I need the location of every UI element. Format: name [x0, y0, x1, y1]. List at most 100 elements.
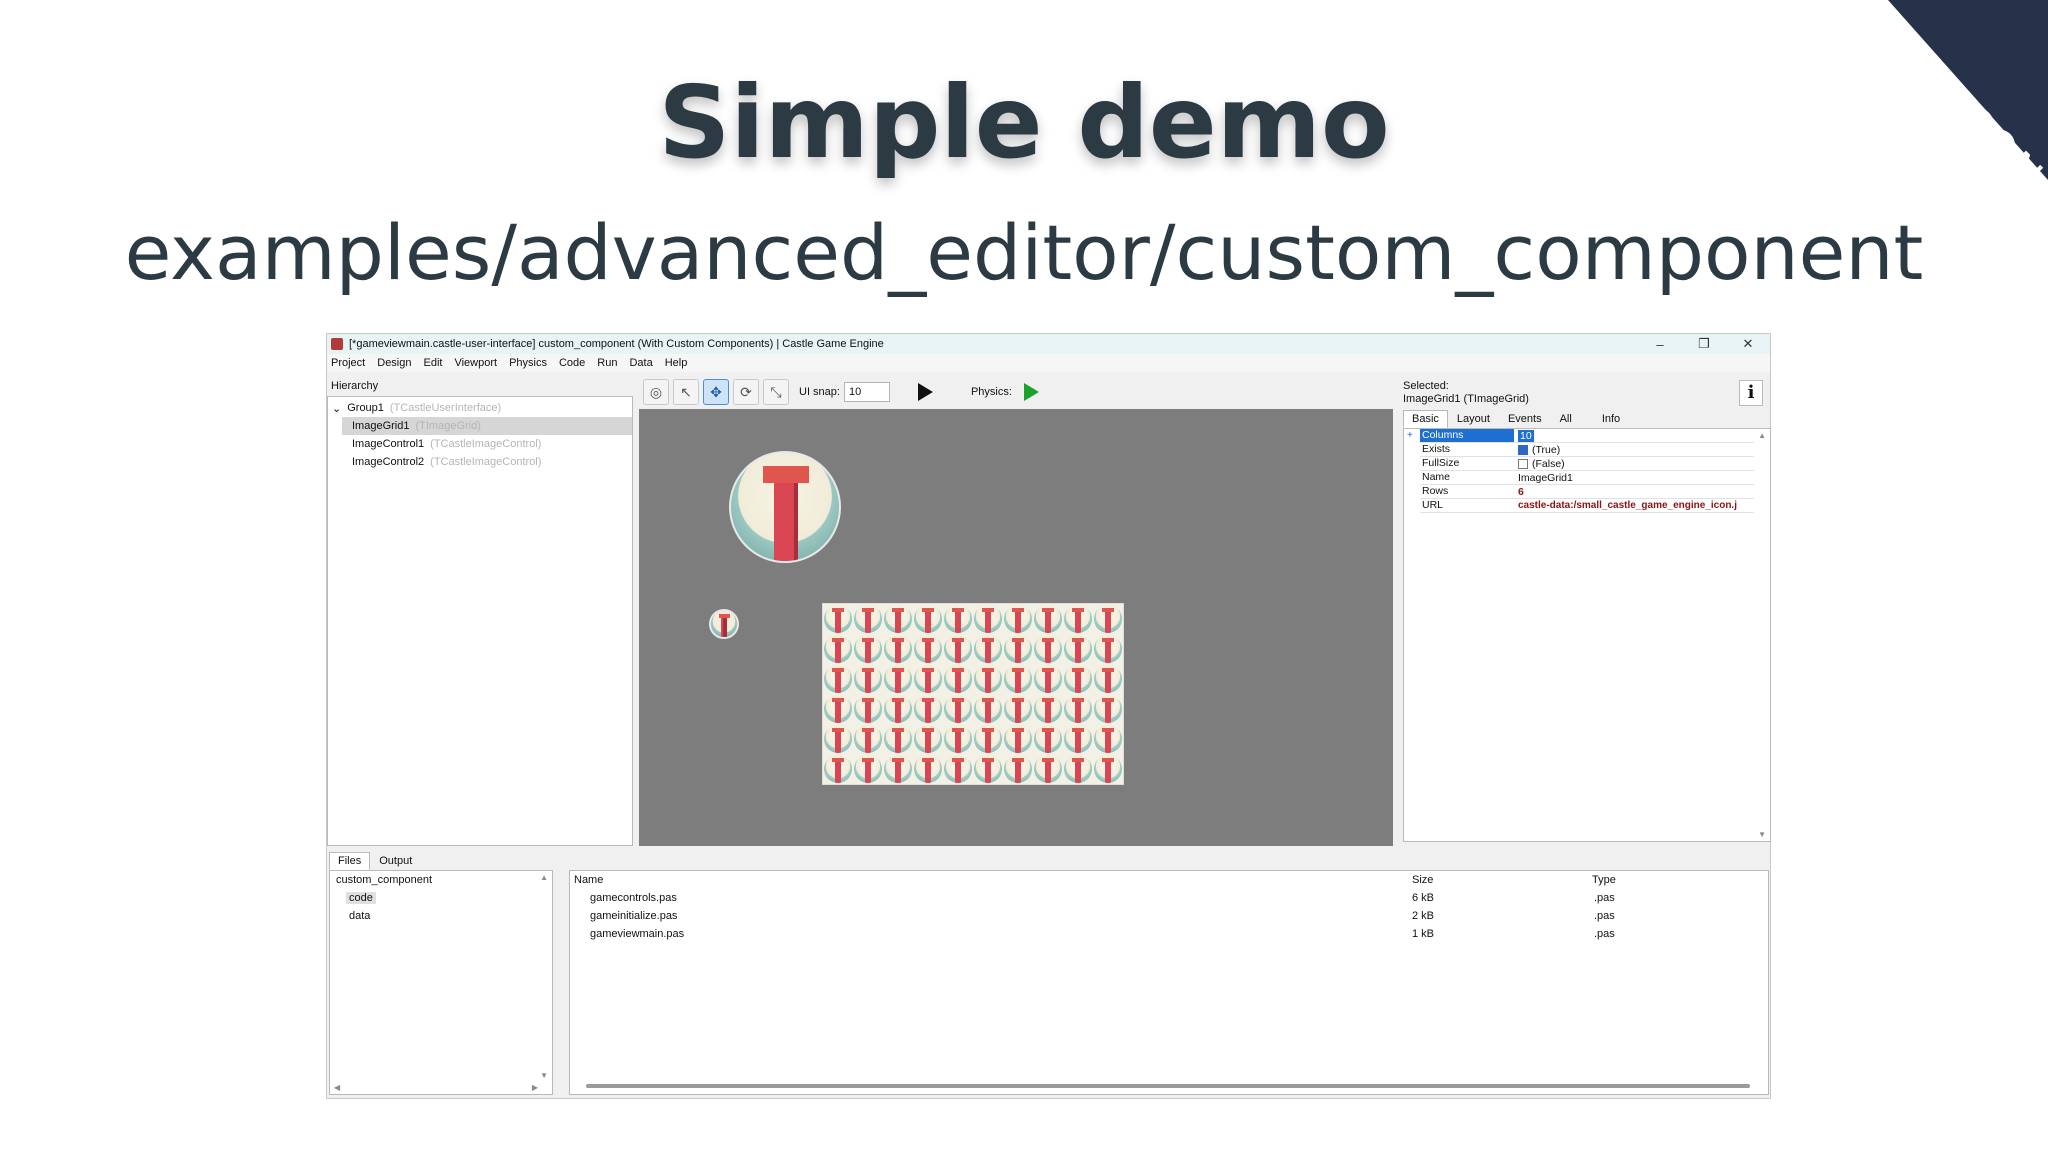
editor-window: [*gameviewmain.castle-user-interface] cu… — [326, 333, 1771, 1099]
grid-image-cell — [1064, 605, 1092, 633]
grid-image-cell — [854, 665, 882, 693]
tree-item-imagecontrol1[interactable]: ImageControl1 (TCastleImageControl) — [352, 435, 541, 453]
column-type[interactable]: Type — [1592, 874, 1616, 886]
castle-app-icon — [331, 338, 343, 350]
tab-files[interactable]: Files — [329, 852, 371, 870]
menu-bar: Project Design Edit Viewport Physics Cod… — [327, 354, 1770, 372]
interact-mode-icon[interactable]: ◎ — [643, 379, 669, 405]
grid-image-cell — [974, 605, 1002, 633]
file-row[interactable]: gamecontrols.pas 6 kB .pas — [570, 889, 1768, 907]
tree-folder-code[interactable]: code — [330, 889, 552, 907]
tree-scroll-right-icon[interactable]: ▶ — [532, 1083, 538, 1092]
grid-image-cell — [944, 605, 972, 633]
prop-url[interactable]: URL castle-data:/small_castle_game_engin… — [1420, 499, 1754, 513]
image-grid[interactable] — [822, 603, 1124, 785]
grid-image-cell — [854, 605, 882, 633]
tab-all[interactable]: All — [1551, 410, 1581, 428]
exists-checkbox[interactable] — [1518, 444, 1528, 455]
menu-design[interactable]: Design — [377, 357, 411, 369]
file-row[interactable]: gameviewmain.pas 1 kB .pas — [570, 925, 1768, 943]
menu-code[interactable]: Code — [559, 357, 585, 369]
prop-name[interactable]: Name ImageGrid1 — [1420, 471, 1754, 485]
prop-exists[interactable]: Exists (True) — [1420, 443, 1754, 457]
menu-run[interactable]: Run — [597, 357, 617, 369]
grid-image-cell — [1094, 635, 1122, 663]
image-control-2[interactable] — [709, 609, 739, 639]
grid-image-cell — [1004, 725, 1032, 753]
horizontal-scrollbar[interactable] — [586, 1084, 1750, 1088]
tree-scroll-down-icon[interactable]: ▼ — [540, 1071, 548, 1080]
tree-item-group1[interactable]: ⌄ Group1 (TCastleUserInterface) — [332, 399, 501, 417]
grid-image-cell — [1004, 665, 1032, 693]
tree-folder-data[interactable]: data — [330, 907, 552, 925]
grid-image-cell — [974, 635, 1002, 663]
scale-mode-icon[interactable]: ⤡ — [763, 379, 789, 405]
menu-edit[interactable]: Edit — [424, 357, 443, 369]
prop-rows[interactable]: Rows 6 — [1420, 485, 1754, 499]
ui-snap-input[interactable]: 10 — [843, 382, 890, 402]
expand-icon[interactable]: + — [1407, 430, 1413, 441]
scroll-down-icon[interactable]: ▼ — [1758, 830, 1766, 839]
grid-image-cell — [824, 635, 852, 663]
prop-fullsize[interactable]: FullSize (False) — [1420, 457, 1754, 471]
menu-help[interactable]: Help — [665, 357, 688, 369]
tab-output[interactable]: Output — [370, 852, 421, 870]
grid-image-cell — [1094, 755, 1122, 783]
menu-project[interactable]: Project — [331, 357, 365, 369]
scroll-up-icon[interactable]: ▲ — [1758, 431, 1766, 440]
select-mode-icon[interactable]: ↖ — [673, 379, 699, 405]
hierarchy-label: Hierarchy — [331, 380, 379, 392]
tree-scroll-left-icon[interactable]: ◀ — [334, 1083, 340, 1092]
menu-data[interactable]: Data — [629, 357, 652, 369]
tree-item-imagecontrol2[interactable]: ImageControl2 (TCastleImageControl) — [352, 453, 541, 471]
prop-columns[interactable]: Columns 10 — [1420, 429, 1754, 443]
file-row[interactable]: gameinitialize.pas 2 kB .pas — [570, 907, 1768, 925]
grid-image-cell — [1064, 695, 1092, 723]
fullsize-checkbox[interactable] — [1518, 458, 1528, 469]
tab-layout[interactable]: Layout — [1448, 410, 1499, 428]
files-tree: custom_component code data ▲ ▼ ◀ ▶ — [329, 870, 553, 1095]
grid-image-cell — [884, 695, 912, 723]
grid-image-cell — [824, 725, 852, 753]
menu-viewport[interactable]: Viewport — [454, 357, 497, 369]
hierarchy-tree: ⌄ Group1 (TCastleUserInterface) ImageGri… — [327, 396, 633, 846]
grid-image-cell — [1094, 665, 1122, 693]
grid-image-cell — [884, 725, 912, 753]
grid-image-cell — [914, 605, 942, 633]
tree-item-imagegrid1[interactable]: ImageGrid1 (TImageGrid) — [342, 417, 632, 435]
physics-label: Physics: — [970, 386, 1012, 398]
column-size[interactable]: Size — [1412, 874, 1433, 886]
grid-image-cell — [1004, 605, 1032, 633]
selected-value: ImageGrid1 (TImageGrid) — [1403, 393, 1529, 405]
tree-scroll-up-icon[interactable]: ▲ — [540, 873, 548, 882]
column-name[interactable]: Name — [574, 874, 603, 886]
tree-folder-root[interactable]: custom_component — [330, 871, 552, 889]
tab-info[interactable]: Info — [1593, 410, 1629, 428]
tab-events[interactable]: Events — [1499, 410, 1551, 428]
translate-mode-icon[interactable]: ✥ — [703, 379, 729, 405]
grid-image-cell — [824, 605, 852, 633]
menu-physics[interactable]: Physics — [509, 357, 547, 369]
grid-image-cell — [1064, 635, 1092, 663]
close-button[interactable]: ✕ — [1726, 336, 1770, 352]
grid-image-cell — [824, 665, 852, 693]
image-control-1[interactable] — [729, 451, 841, 563]
minimize-button[interactable]: – — [1638, 337, 1682, 352]
prop-columns-value[interactable]: 10 — [1514, 429, 1754, 442]
play-icon[interactable] — [917, 383, 933, 401]
grid-image-cell — [1064, 725, 1092, 753]
grid-image-cell — [1004, 635, 1032, 663]
inspector-tabs: Basic Layout Events All Info — [1403, 410, 1629, 428]
physics-play-icon[interactable] — [1023, 383, 1039, 401]
tab-basic[interactable]: Basic — [1403, 410, 1448, 428]
grid-image-cell — [944, 755, 972, 783]
grid-image-cell — [1094, 725, 1122, 753]
chevron-down-icon[interactable]: ⌄ — [332, 402, 341, 415]
grid-image-cell — [944, 695, 972, 723]
grid-image-cell — [884, 755, 912, 783]
info-button[interactable]: i — [1739, 380, 1763, 406]
maximize-button[interactable]: ❐ — [1682, 336, 1726, 352]
design-viewport[interactable] — [639, 409, 1393, 846]
rotate-mode-icon[interactable]: ⟳ — [733, 379, 759, 405]
grid-image-cell — [884, 665, 912, 693]
